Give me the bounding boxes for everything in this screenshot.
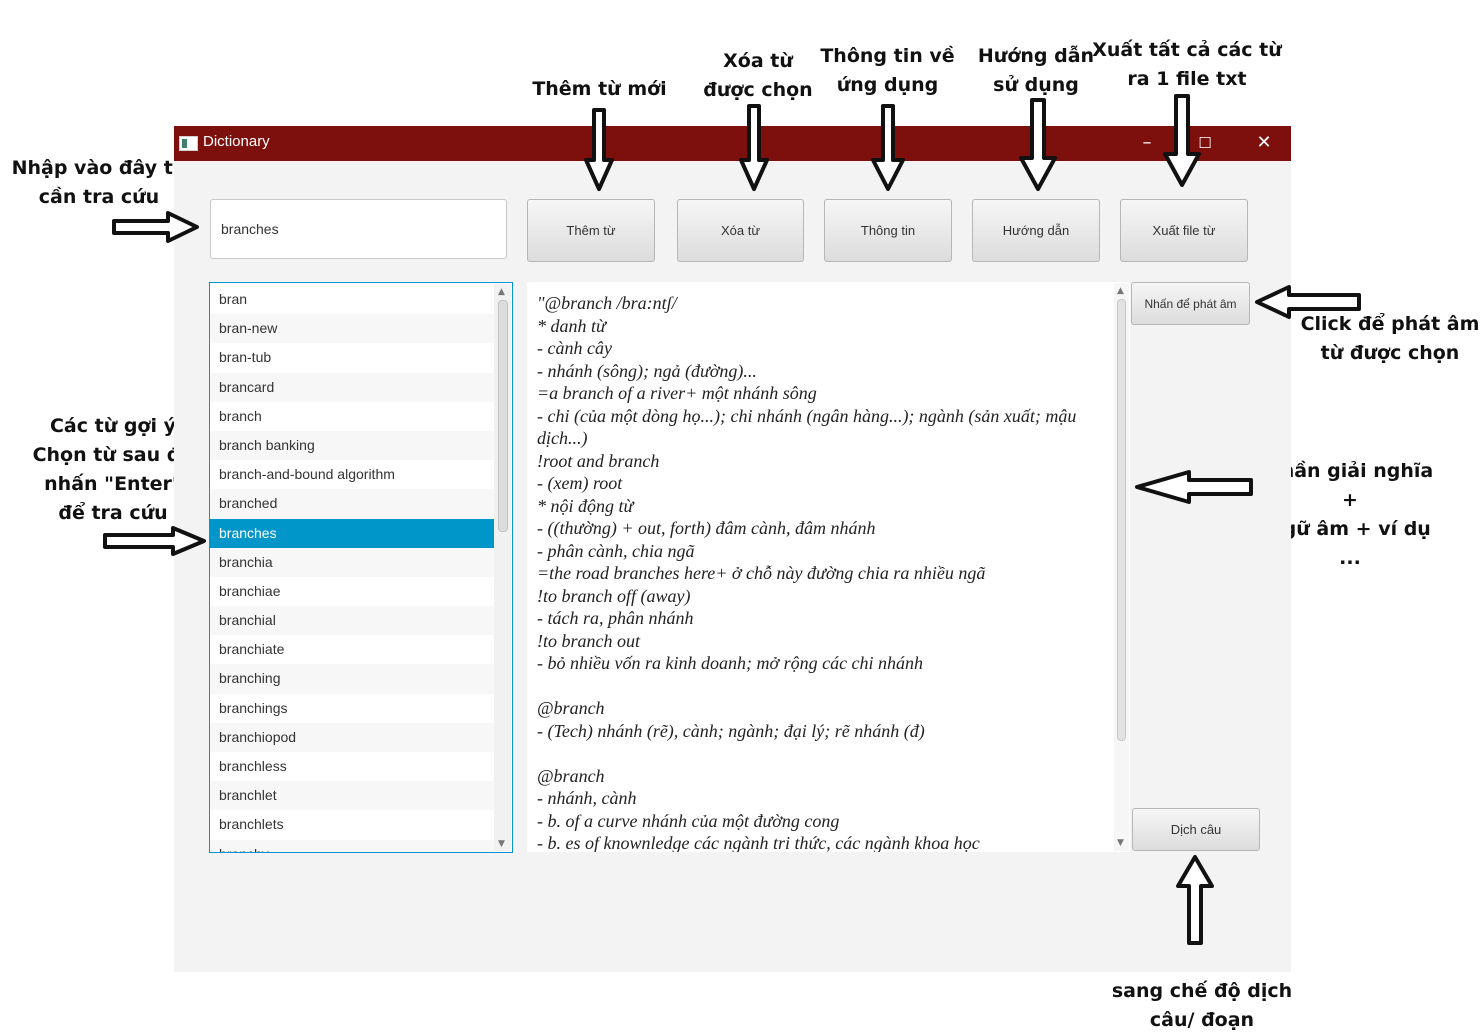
add-word-button[interactable]: Thêm từ [527, 199, 655, 262]
meaning-text: "@branch /bra:ntʃ/ * danh từ - cành cây … [537, 293, 1077, 852]
arrow-right-search-icon [112, 211, 199, 243]
scroll-down-icon[interactable]: ▼ [498, 839, 505, 849]
suggestion-list[interactable]: bran bran-new bran-tub brancard branch branch… [209, 282, 513, 853]
suggestion-item[interactable]: branchings [210, 694, 494, 723]
suggestion-item[interactable]: branch [210, 402, 494, 431]
suggestion-item[interactable]: bran [210, 285, 494, 314]
meaning-scroll-down-icon[interactable]: ▼ [1117, 838, 1124, 848]
suggestion-item[interactable]: bran-tub [210, 343, 494, 372]
search-input[interactable] [210, 199, 507, 259]
list-scrollbar[interactable]: ▲ ▼ [494, 284, 511, 851]
guide-annotation: Hướng dẫn sử dụng [977, 45, 1095, 96]
translate-sentence-button[interactable]: Dịch câu [1132, 808, 1260, 851]
delete-word-button[interactable]: Xóa từ [677, 199, 804, 262]
list-scroll-thumb[interactable] [498, 300, 508, 532]
arrow-left-meaning-icon [1135, 470, 1253, 504]
arrow-up-translate-icon [1176, 855, 1214, 945]
meaning-scroll-thumb[interactable] [1117, 299, 1126, 741]
suggestion-item[interactable]: branchiopod [210, 722, 494, 752]
suggestion-item[interactable]: branchless [210, 752, 494, 781]
close-icon[interactable]: ✕ [1253, 132, 1275, 154]
suggestion-item[interactable]: bran-new [210, 314, 494, 344]
arrow-down-add-icon [584, 108, 614, 191]
add-word-annotation: Thêm từ mới [532, 78, 667, 100]
info-button[interactable]: Thông tin [824, 199, 952, 262]
suggestion-item[interactable]: branchia [210, 547, 494, 577]
arrow-down-guide-icon [1019, 98, 1057, 191]
arrow-down-info-icon [871, 104, 905, 191]
pronounce-button[interactable]: Nhấn để phát âm [1131, 282, 1250, 325]
arrow-down-export-icon [1163, 94, 1201, 187]
arrow-down-delete-icon [739, 104, 769, 191]
suggestion-item[interactable]: branchiate [210, 635, 494, 664]
suggestion-items: bran bran-new bran-tub brancard branch branch… [210, 283, 512, 852]
window-title: Dictionary [203, 133, 270, 150]
meaning-scrollbar[interactable]: ▲ ▼ [1114, 283, 1129, 851]
meaning-panel: "@branch /bra:ntʃ/ * danh từ - cành cây … [527, 282, 1130, 852]
suggestion-item[interactable]: branches [210, 518, 494, 548]
arrow-right-suggestions-icon [103, 526, 206, 556]
suggestion-item[interactable]: branchial [210, 606, 494, 636]
suggestion-item[interactable]: branchiae [210, 577, 494, 606]
dictionary-window: Dictionary – ☐ ✕ Thêm từ Xóa từ Thông ti… [174, 126, 1291, 972]
suggestion-item[interactable]: branched [210, 489, 494, 519]
suggestion-item[interactable]: branchy [210, 839, 494, 852]
export-button[interactable]: Xuất file từ [1120, 199, 1248, 262]
scroll-up-icon[interactable]: ▲ [498, 287, 505, 297]
suggestion-item[interactable]: brancard [210, 372, 494, 402]
info-annotation: Thông tin về ứng dụng [820, 45, 955, 96]
arrow-left-pronounce-icon [1255, 285, 1361, 319]
export-annotation: Xuất tất cả các từ ra 1 file txt [1092, 39, 1282, 90]
minimize-icon[interactable]: – [1136, 132, 1158, 154]
suggestion-item[interactable]: branching [210, 664, 494, 694]
suggestion-item[interactable]: branch banking [210, 430, 494, 461]
suggestion-item[interactable]: branch-and-bound algorithm [210, 460, 494, 489]
search-annotation: Nhập vào đây từ cần tra cứu [11, 157, 187, 208]
delete-word-annotation: Xóa từ được chọn [703, 50, 813, 101]
meaning-scroll-up-icon[interactable]: ▲ [1117, 286, 1124, 296]
title-bar: Dictionary – ☐ ✕ [174, 126, 1291, 161]
guide-button[interactable]: Hướng dẫn [972, 199, 1100, 262]
suggestion-item[interactable]: branchlets [210, 810, 494, 839]
suggestion-item[interactable]: branchlet [210, 781, 494, 811]
app-icon [179, 136, 198, 151]
